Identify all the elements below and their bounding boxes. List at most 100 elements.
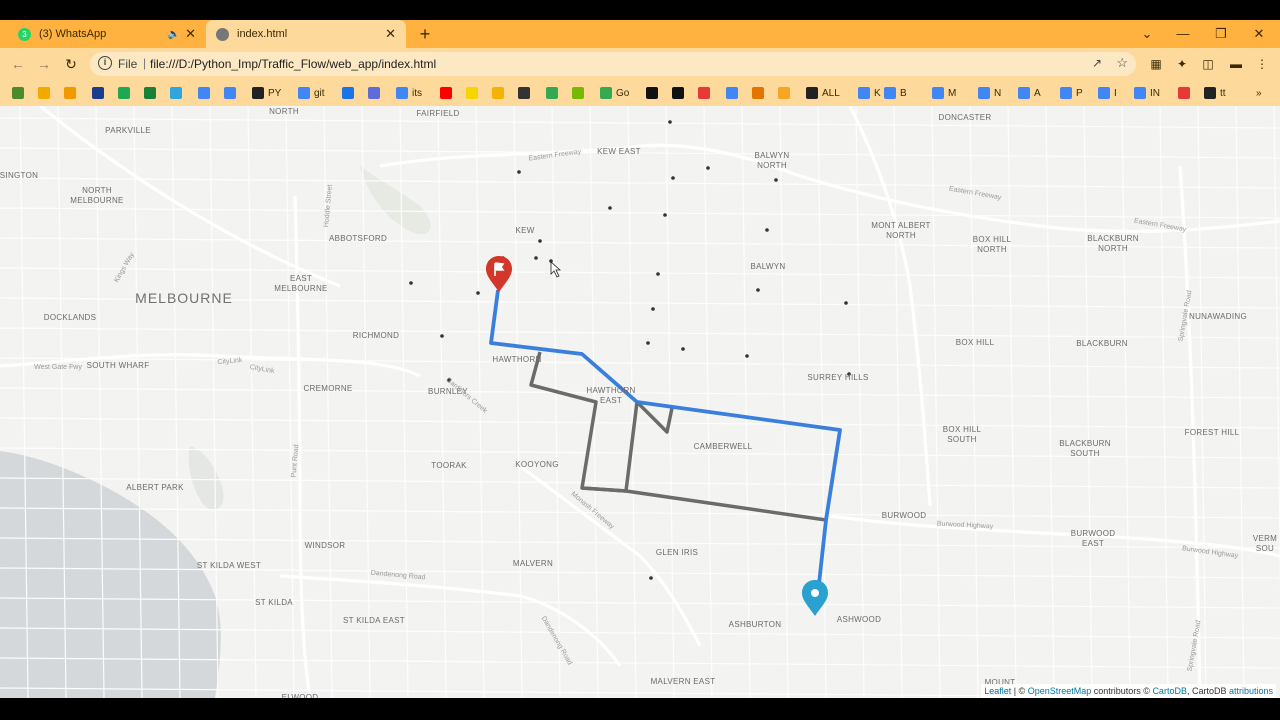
bookmark-label: tt (1220, 87, 1226, 99)
place-label: RICHMOND (352, 331, 400, 340)
tab-whatsapp[interactable]: 3 (3) WhatsApp 🔈 ✕ (8, 20, 206, 48)
attribution-text: , CartoDB (1186, 686, 1229, 696)
bookmark-item[interactable]: PY (252, 85, 281, 101)
bookmark-item[interactable] (1178, 85, 1194, 101)
bookmark-label: N (994, 87, 1002, 99)
bookmark-favicon-icon (170, 87, 182, 99)
bookmark-item[interactable]: ALL (806, 85, 840, 101)
bookmark-item[interactable] (492, 85, 508, 101)
url-text[interactable]: file:///D:/Python_Imp/Traffic_Flow/web_a… (150, 57, 436, 71)
start-marker[interactable] (486, 256, 512, 292)
bookmark-item[interactable]: P (1060, 85, 1083, 101)
tab-search-icon[interactable]: ⌄ (1132, 24, 1162, 44)
bookmark-item[interactable] (12, 85, 28, 101)
bookmark-item[interactable] (698, 85, 714, 101)
bookmark-item[interactable]: N (978, 85, 1001, 101)
place-label: BLACKBURN NORTH (1087, 234, 1139, 253)
profile-avatar-icon[interactable]: ▬ (1226, 54, 1246, 74)
bookmark-item[interactable] (198, 85, 214, 101)
bookmark-favicon-icon (806, 87, 818, 99)
bookmark-item[interactable]: tt (1204, 85, 1226, 101)
bookmark-item[interactable] (726, 85, 742, 101)
tab-index-html[interactable]: index.html ✕ (206, 20, 406, 48)
bookmark-item[interactable] (144, 85, 160, 101)
bookmark-favicon-icon (64, 87, 76, 99)
bookmark-item[interactable] (546, 85, 562, 101)
bookmark-item[interactable]: B (884, 85, 907, 101)
bookmark-favicon-icon (884, 87, 896, 99)
bookmark-item[interactable]: its (396, 85, 422, 101)
close-tab-icon[interactable]: ✕ (385, 26, 396, 42)
leaflet-link[interactable]: Leaflet (984, 686, 1011, 696)
bookmark-item[interactable] (342, 85, 358, 101)
bookmark-item[interactable] (92, 85, 108, 101)
share-icon[interactable]: ↗ (1092, 56, 1102, 70)
bookmarks-overflow-icon[interactable]: » (1256, 85, 1262, 101)
place-label: KEW (515, 226, 535, 235)
profile-extension-icon[interactable]: ▦ (1146, 54, 1166, 74)
screen: 3 (3) WhatsApp 🔈 ✕ index.html ✕ + ⌄ — ❐ … (0, 0, 1280, 720)
bookmark-item[interactable] (170, 85, 186, 101)
new-tab-button[interactable]: + (414, 23, 436, 45)
place-label: ST KILDA EAST (343, 616, 405, 625)
bookmark-item[interactable] (64, 85, 80, 101)
reload-button[interactable]: ↻ (61, 54, 81, 74)
info-icon[interactable]: i (98, 56, 112, 70)
address-bar[interactable]: i File | file:///D:/Python_Imp/Traffic_F… (90, 52, 1136, 76)
leaflet-map[interactable]: PARKVILLE NORTH MELBOURNE SINGTON ABBOTSFOR… (0, 106, 1280, 698)
traffic-sensor-points (409, 120, 851, 580)
bookmark-item[interactable]: IN (1134, 85, 1160, 101)
bookmark-item[interactable] (440, 85, 456, 101)
bookmark-item[interactable] (368, 85, 384, 101)
bookmark-item[interactable] (672, 85, 688, 101)
restore-button[interactable]: ❐ (1206, 24, 1236, 44)
bookmark-label: ALL (822, 87, 840, 99)
bookmark-star-icon[interactable]: ☆ (1116, 55, 1128, 71)
bookmark-item[interactable]: Go (600, 85, 629, 101)
bookmark-favicon-icon (492, 87, 504, 99)
place-label: HAWTHORN (492, 355, 542, 364)
bookmark-item[interactable] (38, 85, 54, 101)
bookmark-item[interactable]: K (858, 85, 881, 101)
bookmark-item[interactable]: M (932, 85, 956, 101)
place-label: BLACKBURN (1076, 339, 1128, 348)
bookmark-item[interactable] (752, 85, 768, 101)
url-scheme-label: File (118, 57, 138, 71)
back-button[interactable]: ← (8, 54, 28, 74)
minimize-button[interactable]: — (1168, 24, 1198, 44)
forward-button[interactable]: → (34, 54, 54, 74)
bookmark-favicon-icon (1178, 87, 1190, 99)
bookmark-item[interactable]: I (1098, 85, 1117, 101)
place-label: DOCKLANDS (43, 313, 97, 322)
end-marker[interactable] (802, 580, 828, 616)
place-label: ASHWOOD (836, 615, 882, 624)
extensions-icon[interactable]: ✦ (1172, 54, 1192, 74)
bookmark-item[interactable] (572, 85, 588, 101)
attributions-link[interactable]: attributions (1229, 686, 1273, 696)
cartodb-link[interactable]: CartoDB (1152, 686, 1187, 696)
close-window-button[interactable]: ✕ (1244, 24, 1274, 44)
place-label: MALVERN EAST (650, 677, 716, 686)
bookmark-favicon-icon (12, 87, 24, 99)
bookmark-favicon-icon (198, 87, 210, 99)
bookmark-favicon-icon (252, 87, 264, 99)
bookmark-item[interactable] (466, 85, 482, 101)
menu-kebab-icon[interactable]: ⋮ (1252, 54, 1272, 74)
bookmark-label: Go (616, 87, 630, 99)
bookmark-item[interactable] (118, 85, 134, 101)
bookmark-item[interactable]: A (1018, 85, 1041, 101)
place-label: SURREY HILLS (807, 373, 869, 382)
bookmark-item[interactable] (224, 85, 240, 101)
place-label: ST KILDA WEST (196, 561, 262, 570)
speaker-icon[interactable]: 🔈 (168, 29, 180, 40)
bookmark-item[interactable] (778, 85, 794, 101)
close-tab-icon[interactable]: ✕ (185, 26, 196, 42)
bookmark-item[interactable] (518, 85, 534, 101)
bookmark-item[interactable] (646, 85, 662, 101)
side-panel-icon[interactable]: ◫ (1198, 54, 1218, 74)
place-label: CREMORNE (303, 384, 353, 393)
bookmark-favicon-icon (778, 87, 790, 99)
place-label: NORTH MELBOURNE (70, 186, 124, 205)
bookmark-item[interactable]: git (298, 85, 325, 101)
openstreetmap-link[interactable]: OpenStreetMap (1028, 686, 1092, 696)
